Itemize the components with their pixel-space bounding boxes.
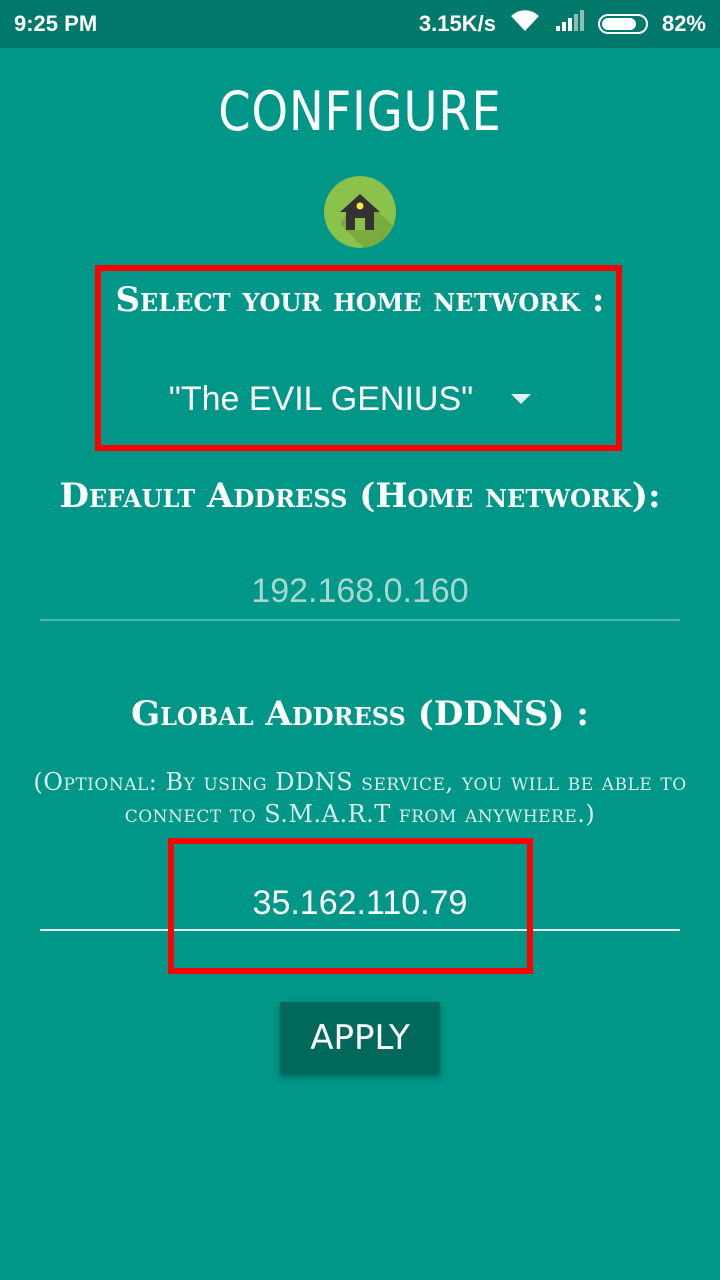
wifi-icon (510, 9, 540, 39)
page-title: CONFIGURE (218, 80, 502, 143)
network-spinner[interactable]: "The EVIL GENIUS" (140, 372, 560, 426)
battery-icon (597, 14, 648, 34)
default-address-label: Default Address (Home network): (59, 476, 661, 516)
status-time: 9:25 PM (14, 11, 98, 36)
network-spinner-value: "The EVIL GENIUS" (168, 379, 474, 418)
status-bar: 9:25 PM 3.15K/s 82% (0, 0, 720, 48)
status-indicators: 3.15K/s 82% (419, 9, 706, 39)
default-address-field[interactable]: 192.168.0.160 (40, 572, 680, 611)
battery-percent: 82% (661, 11, 706, 36)
net-speed: 3.15K/s (418, 11, 496, 36)
signal-icon (554, 10, 584, 38)
home-icon (324, 176, 396, 248)
battery-fill (601, 18, 637, 30)
global-address-label: Global Address (DDNS) : (131, 694, 589, 734)
chevron-down-icon (511, 394, 532, 404)
ddns-note: (Optional: By using DDNS service, you wi… (33, 768, 687, 828)
default-address-underline (40, 619, 680, 621)
home-network-label: Select your home network : (115, 280, 605, 320)
ddns-highlight-box (168, 838, 533, 974)
apply-button[interactable]: APPLY (280, 1002, 440, 1074)
